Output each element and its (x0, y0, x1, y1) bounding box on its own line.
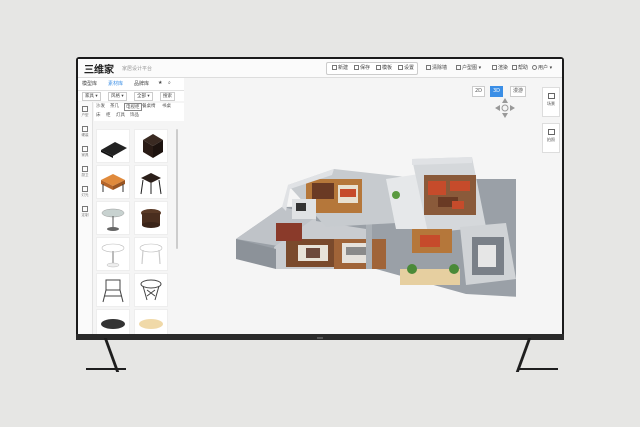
side-nav-custom[interactable]: 定制 (80, 206, 90, 220)
model-grid-scrollbar[interactable] (176, 129, 178, 249)
view-3d-button[interactable]: 3D (490, 86, 504, 97)
new-button[interactable]: 新建 (330, 64, 350, 72)
category-list: 沙发 茶几 电视柜 餐桌椅 书桌 床 柜 灯具 饰品 (94, 103, 184, 121)
search-icon[interactable]: ⌕ (168, 80, 171, 86)
model-thumb[interactable] (134, 165, 168, 199)
floorplan-icon (456, 65, 461, 70)
side-nav-floorplan[interactable]: 户型 (80, 106, 90, 120)
category-item[interactable]: 电视柜 (124, 103, 142, 111)
tv-frame: 三维家 家居设计平台 新建 保存 模板 设置 清除墙 户型图 ▾ 渲染 帮助 用… (76, 57, 564, 340)
floorplan-button[interactable]: 户型图 ▾ (454, 64, 483, 72)
side-nav-furniture[interactable]: 家具 (80, 146, 90, 160)
model-thumb[interactable] (96, 237, 130, 271)
file-icon (332, 65, 337, 70)
settings-button[interactable]: 设置 (396, 64, 416, 72)
grid-icon (82, 206, 88, 212)
camera-icon (547, 129, 555, 135)
category-select[interactable]: 家具 ▾ (82, 92, 101, 101)
side-nav-wall[interactable]: 硬装 (80, 126, 90, 140)
model-thumb[interactable] (134, 129, 168, 163)
app-subtitle: 家居设计平台 (122, 66, 153, 72)
style-select[interactable]: 风格 ▾ (108, 92, 127, 101)
search-input[interactable]: 搜索 (160, 92, 175, 101)
category-item[interactable]: 饰品 (130, 112, 139, 118)
category-item[interactable]: 床 (96, 112, 101, 118)
furniture-icon (82, 146, 88, 152)
model-thumb[interactable] (134, 309, 168, 334)
wall-icon (426, 65, 431, 70)
model-thumb[interactable] (96, 129, 130, 163)
scene-panel-button[interactable]: 场景 (542, 87, 560, 117)
category-item[interactable]: 灯具 (116, 112, 125, 118)
home-icon (547, 93, 555, 99)
pan-control[interactable] (494, 97, 516, 119)
clear-wall-button[interactable]: 清除墙 (424, 64, 449, 72)
tv-leg-left (103, 338, 120, 372)
help-button[interactable]: 帮助 (510, 64, 530, 72)
star-icon[interactable]: ★ (158, 80, 162, 86)
model-thumb[interactable] (134, 273, 168, 307)
model-thumb[interactable] (96, 201, 130, 235)
user-menu[interactable]: 用户 ▾ (530, 64, 554, 72)
category-item[interactable]: 餐桌椅 (142, 103, 156, 109)
gear-icon (398, 65, 403, 70)
tv-power-led (317, 337, 323, 339)
view-walk-button[interactable]: 漫游 (510, 86, 527, 97)
3d-floorplan-viewport[interactable] (216, 119, 516, 309)
model-thumb[interactable] (96, 273, 130, 307)
side-nav-light[interactable]: 灯光 (80, 186, 90, 200)
kitchen-icon (82, 166, 88, 172)
model-thumb[interactable] (96, 309, 130, 334)
panel-tabs: 模型库 素材库 品牌库 ★ ⌕ (78, 78, 184, 91)
tv-foot-right (518, 368, 558, 370)
category-item[interactable]: 沙发 (96, 103, 105, 109)
render-icon (492, 65, 497, 70)
side-nav-kitchen[interactable]: 厨卫 (80, 166, 90, 180)
model-thumb[interactable] (96, 165, 130, 199)
top-bar: 三维家 家居设计平台 新建 保存 模板 设置 清除墙 户型图 ▾ 渲染 帮助 用… (78, 59, 562, 78)
view-2d-button[interactable]: 2D (472, 86, 486, 97)
all-select[interactable]: 全部 ▾ (134, 92, 153, 101)
model-thumb[interactable] (134, 201, 168, 235)
light-icon (82, 186, 88, 192)
tv-leg-right (515, 338, 532, 372)
save-button[interactable]: 保存 (352, 64, 372, 72)
camera-panel-button[interactable]: 拍照 (542, 123, 560, 153)
help-icon (512, 65, 517, 70)
template-button[interactable]: 模板 (374, 64, 394, 72)
wall-icon (82, 126, 88, 132)
filter-row: 家具 ▾ 风格 ▾ 全部 ▾ 搜索 (78, 91, 184, 101)
app-screen: 三维家 家居设计平台 新建 保存 模板 设置 清除墙 户型图 ▾ 渲染 帮助 用… (78, 59, 562, 334)
category-item[interactable]: 柜 (106, 112, 111, 118)
side-nav: 户型 硬装 家具 厨卫 灯光 定制 (78, 102, 93, 334)
tab-material-library[interactable]: 素材库 (108, 80, 123, 87)
model-thumb[interactable] (134, 237, 168, 271)
user-icon (532, 65, 537, 70)
app-logo: 三维家 (84, 65, 114, 76)
model-grid (96, 129, 174, 334)
floorplan-icon (82, 106, 88, 112)
render-button[interactable]: 渲染 (490, 64, 510, 72)
tab-model-library[interactable]: 模型库 (82, 80, 97, 87)
tv-foot-left (86, 368, 126, 370)
category-item[interactable]: 书桌 (162, 103, 171, 109)
save-icon (354, 65, 359, 70)
category-item[interactable]: 茶几 (110, 103, 119, 109)
tab-brand-library[interactable]: 品牌库 (134, 80, 149, 87)
template-icon (376, 65, 381, 70)
